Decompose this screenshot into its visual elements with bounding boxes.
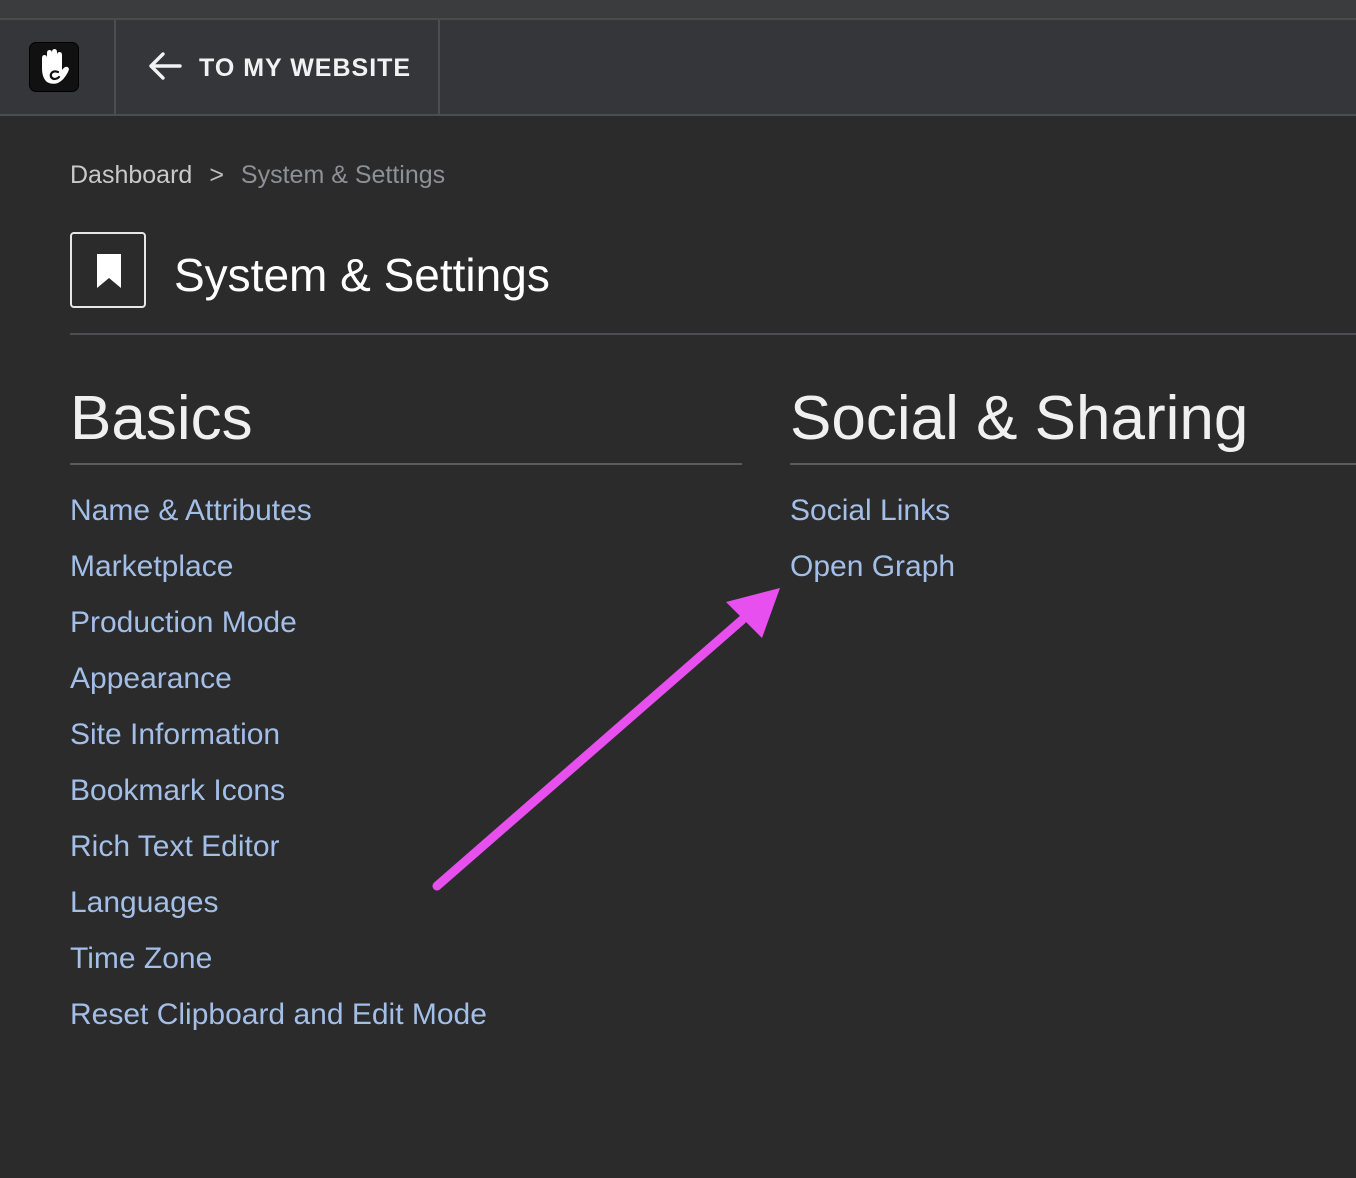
- section-divider-social: [790, 463, 1356, 465]
- link-bookmark-icons[interactable]: Bookmark Icons: [70, 763, 487, 819]
- title-divider: [70, 333, 1356, 335]
- window-top-strip: [0, 0, 1356, 20]
- link-social-links[interactable]: Social Links: [790, 483, 955, 539]
- section-divider-basics: [70, 463, 742, 465]
- link-marketplace[interactable]: Marketplace: [70, 539, 487, 595]
- social-link-list: Social Links Open Graph: [790, 483, 955, 595]
- link-site-information[interactable]: Site Information: [70, 707, 487, 763]
- bookmark-icon: [70, 232, 146, 308]
- link-time-zone[interactable]: Time Zone: [70, 931, 487, 987]
- back-to-website-button[interactable]: TO MY WEBSITE: [116, 20, 440, 114]
- breadcrumb-separator: >: [209, 161, 224, 189]
- breadcrumb-dashboard[interactable]: Dashboard: [70, 161, 192, 189]
- link-rich-text-editor[interactable]: Rich Text Editor: [70, 819, 487, 875]
- link-open-graph[interactable]: Open Graph: [790, 539, 955, 595]
- section-heading-basics: Basics: [70, 384, 253, 453]
- breadcrumb: Dashboard > System & Settings: [70, 158, 445, 192]
- breadcrumb-current: System & Settings: [240, 161, 446, 189]
- concrete-hand-icon[interactable]: [30, 43, 78, 91]
- basics-link-list: Name & Attributes Marketplace Production M…: [70, 483, 487, 1043]
- link-appearance[interactable]: Appearance: [70, 651, 487, 707]
- section-heading-social: Social & Sharing: [790, 384, 1249, 453]
- link-production-mode[interactable]: Production Mode: [70, 595, 487, 651]
- toolbar: TO MY WEBSITE: [0, 20, 1356, 116]
- link-languages[interactable]: Languages: [70, 875, 487, 931]
- link-name-and-attributes[interactable]: Name & Attributes: [70, 483, 487, 539]
- link-reset-clipboard-and-edit-mode[interactable]: Reset Clipboard and Edit Mode: [70, 987, 487, 1043]
- arrow-left-icon: [149, 52, 182, 80]
- back-to-website-label: TO MY WEBSITE: [199, 54, 412, 82]
- logo-cell[interactable]: [0, 20, 116, 114]
- page-title: System & Settings: [174, 249, 550, 301]
